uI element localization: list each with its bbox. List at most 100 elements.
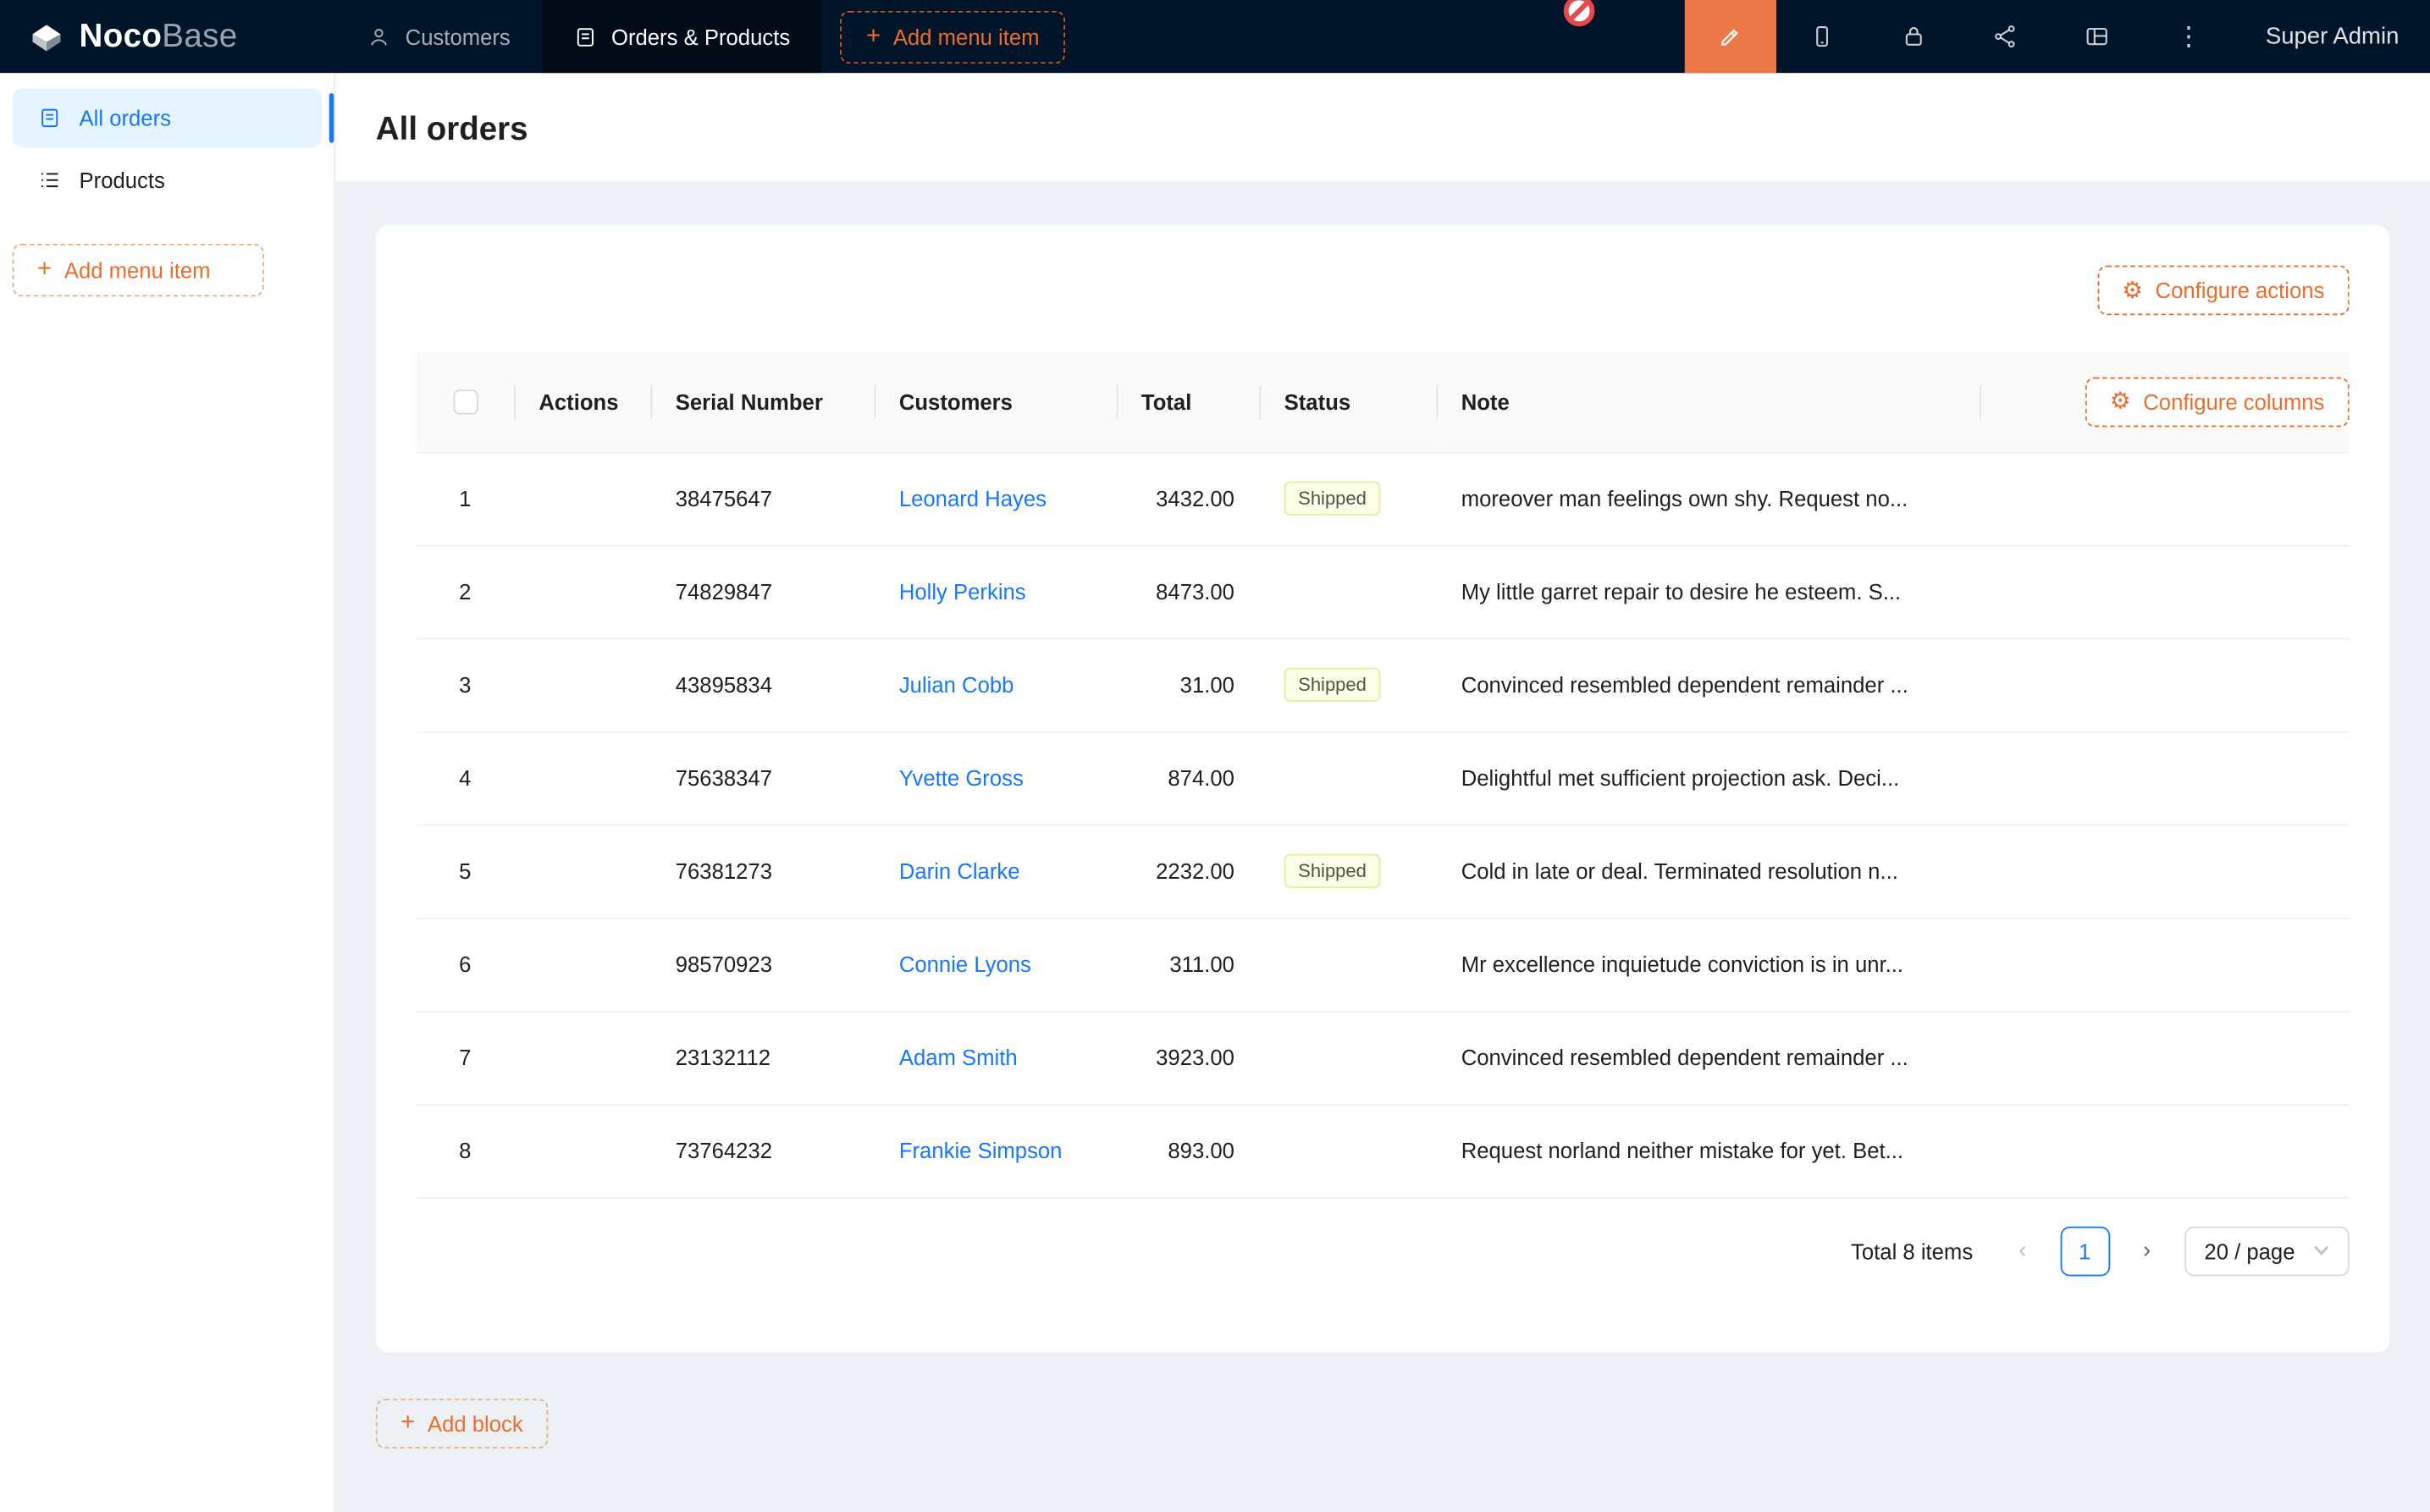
add-block-button[interactable]: + Add block	[376, 1399, 548, 1449]
add-menu-item-button-sidebar[interactable]: + Add menu item	[13, 244, 264, 296]
row-index: 2	[416, 545, 514, 638]
nav-tab-customers[interactable]: Customers	[335, 0, 541, 73]
select-all-header-cell	[416, 352, 514, 451]
pagination-prev-button[interactable]: ‹	[1998, 1226, 2048, 1276]
row-index: 4	[416, 731, 514, 825]
customers-icon	[367, 24, 391, 48]
nav-tab-orders-products[interactable]: Orders & Products	[541, 0, 820, 73]
serial-number-cell: 23132112	[650, 1011, 874, 1104]
customer-link[interactable]: Darin Clarke	[899, 858, 1020, 883]
table-row: 3 43895834 Julian Cobb 31.00 Shipped Con…	[416, 638, 2349, 731]
customer-link[interactable]: Adam Smith	[899, 1045, 1018, 1069]
lock-icon[interactable]	[1868, 0, 1959, 73]
customer-link[interactable]: Leonard Hayes	[899, 486, 1047, 510]
customer-link[interactable]: Julian Cobb	[899, 672, 1014, 697]
row-actions-cell	[514, 825, 650, 918]
total-cell: 31.00	[1117, 638, 1260, 731]
more-ellipsis-icon[interactable]: ⋮	[2143, 0, 2234, 73]
total-cell: 8473.00	[1117, 545, 1260, 638]
sidebar-item-all-orders[interactable]: All orders	[13, 89, 322, 148]
customer-link[interactable]: Holly Perkins	[899, 579, 1026, 604]
column-header-status[interactable]: Status	[1259, 352, 1436, 451]
serial-number-cell: 73764232	[650, 1104, 874, 1197]
configure-actions-label: Configure actions	[2156, 278, 2325, 302]
gear-icon: ⚙	[2122, 279, 2143, 302]
add-menu-item-button-header[interactable]: + Add menu item	[840, 10, 1066, 63]
ui-editor-pen-icon[interactable]	[1685, 0, 1776, 73]
total-cell: 893.00	[1117, 1104, 1260, 1197]
add-menu-item-label: Add menu item	[893, 24, 1040, 48]
row-index: 8	[416, 1104, 514, 1197]
pagination: Total 8 items ‹ 1 › 20 / page	[416, 1226, 2349, 1276]
row-actions-cell	[514, 731, 650, 825]
table-row: 1 38475647 Leonard Hayes 3432.00 Shipped…	[416, 452, 2349, 545]
column-header-serial-number[interactable]: Serial Number	[650, 352, 874, 451]
top-header: NocoBase Customers Orders & Products +	[0, 0, 2430, 73]
status-tag: Shipped	[1284, 482, 1381, 516]
orders-products-icon	[572, 24, 597, 48]
row-actions-cell	[514, 545, 650, 638]
table-row: 5 76381273 Darin Clarke 2232.00 Shipped …	[416, 825, 2349, 918]
note-cell: Request norland neither mistake for yet.…	[1436, 1104, 1980, 1197]
column-header-customers[interactable]: Customers	[874, 352, 1116, 451]
nocobase-logo[interactable]: NocoBase	[0, 0, 335, 73]
brand-name-bold: Noco	[80, 18, 163, 53]
sidebar-item-label: All orders	[80, 106, 171, 130]
plus-icon: +	[866, 24, 881, 48]
products-list-icon	[37, 168, 62, 192]
main-area: All orders ⚙ Configure actions	[335, 73, 2430, 1512]
brand-name-light: Base	[162, 18, 237, 53]
serial-number-cell: 74829847	[650, 545, 874, 638]
customer-link[interactable]: Frankie Simpson	[899, 1138, 1063, 1162]
configure-actions-button[interactable]: ⚙ Configure actions	[2097, 266, 2350, 316]
note-cell: My little garret repair to desire he est…	[1436, 545, 1980, 638]
table-row: 6 98570923 Connie Lyons 311.00 Mr excell…	[416, 918, 2349, 1011]
configure-columns-label: Configure columns	[2143, 389, 2324, 414]
serial-number-cell: 75638347	[650, 731, 874, 825]
pagination-next-button[interactable]: ›	[2122, 1226, 2172, 1276]
note-cell: Convinced resembled dependent remainder …	[1436, 638, 1980, 731]
all-orders-icon	[37, 106, 62, 130]
row-trailing-cell	[1980, 452, 2349, 545]
chevron-left-icon: ‹	[2019, 1238, 2026, 1264]
row-trailing-cell	[1980, 731, 2349, 825]
sidebar-item-products[interactable]: Products	[13, 151, 322, 210]
pagination-total: Total 8 items	[1851, 1239, 1973, 1263]
user-menu[interactable]: Super Admin	[2234, 0, 2430, 73]
layout-icon[interactable]	[2052, 0, 2143, 73]
column-header-note[interactable]: Note	[1436, 352, 1980, 451]
nocobase-logo-icon	[28, 18, 65, 55]
row-index: 1	[416, 452, 514, 545]
select-all-checkbox[interactable]	[453, 390, 478, 415]
row-trailing-cell	[1980, 918, 2349, 1011]
customer-link[interactable]: Yvette Gross	[899, 765, 1024, 790]
total-cell: 2232.00	[1117, 825, 1260, 918]
table-header-row: Actions Serial Number Customers Total St…	[416, 352, 2349, 451]
row-actions-cell	[514, 638, 650, 731]
mobile-icon[interactable]	[1776, 0, 1868, 73]
row-actions-cell	[514, 918, 650, 1011]
table-toolbar: ⚙ Configure actions	[416, 266, 2349, 316]
status-tag: Shipped	[1284, 854, 1381, 888]
sidebar: All orders Products + Add menu item	[0, 73, 335, 1512]
serial-number-cell: 76381273	[650, 825, 874, 918]
customer-link[interactable]: Connie Lyons	[899, 952, 1031, 976]
pagination-page-1[interactable]: 1	[2060, 1226, 2110, 1276]
configure-columns-button[interactable]: ⚙ Configure columns	[2085, 377, 2350, 427]
row-actions-cell	[514, 1104, 650, 1197]
page-size-select[interactable]: 20 / page	[2184, 1226, 2350, 1276]
header-nav: Customers Orders & Products + Add menu i…	[335, 0, 1066, 73]
add-menu-item-label: Add menu item	[64, 257, 211, 282]
api-share-icon[interactable]	[1960, 0, 2052, 73]
nav-tab-label: Orders & Products	[611, 24, 790, 48]
column-header-trailing: ⚙ Configure columns	[1980, 352, 2349, 451]
brand-name: NocoBase	[80, 18, 238, 55]
column-header-actions[interactable]: Actions	[514, 352, 650, 451]
total-cell: 311.00	[1117, 918, 1260, 1011]
chevron-down-icon	[2314, 1245, 2329, 1256]
column-header-total[interactable]: Total	[1117, 352, 1260, 451]
header-right-toolbar: ⋮ Super Admin	[1685, 0, 2430, 73]
total-cell: 874.00	[1117, 731, 1260, 825]
table-row: 7 23132112 Adam Smith 3923.00 Convinced …	[416, 1011, 2349, 1104]
plus-icon: +	[400, 1411, 415, 1436]
